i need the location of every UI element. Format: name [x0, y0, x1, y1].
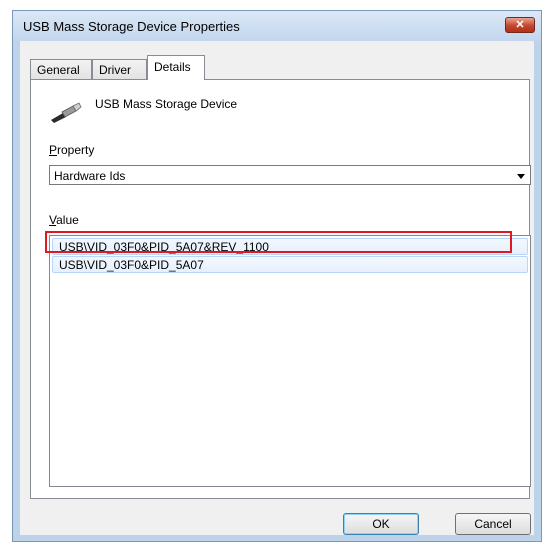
usb-plug-icon	[51, 102, 82, 123]
ok-button[interactable]: OK	[343, 513, 419, 535]
properties-dialog: USB Mass Storage Device Properties ✕ Gen…	[12, 10, 542, 542]
tab-general[interactable]: General	[30, 59, 92, 79]
property-label: Property	[49, 143, 95, 157]
window-title: USB Mass Storage Device Properties	[23, 19, 240, 34]
details-panel: USB Mass Storage Device Property Hardwar…	[30, 79, 531, 499]
device-name: USB Mass Storage Device	[95, 97, 238, 111]
list-item[interactable]: USB\VID_03F0&PID_5A07	[52, 256, 528, 273]
tab-driver[interactable]: Driver	[92, 59, 147, 79]
property-selected-value: Hardware Ids	[54, 169, 126, 183]
tab-details[interactable]: Details	[147, 55, 205, 80]
value-list[interactable]: USB\VID_03F0&PID_5A07&REV_1100 USB\VID_0…	[49, 235, 531, 487]
dialog-client-area: General Driver Details USB Mass Storage …	[20, 41, 534, 535]
chevron-down-icon[interactable]	[517, 174, 525, 179]
value-label: Value	[49, 213, 79, 227]
property-dropdown[interactable]: Hardware Ids	[49, 165, 531, 185]
close-button[interactable]: ✕	[505, 17, 535, 33]
title-bar[interactable]: USB Mass Storage Device Properties ✕	[13, 11, 541, 41]
annotation-highlight-box	[45, 231, 512, 253]
cancel-button[interactable]: Cancel	[455, 513, 531, 535]
